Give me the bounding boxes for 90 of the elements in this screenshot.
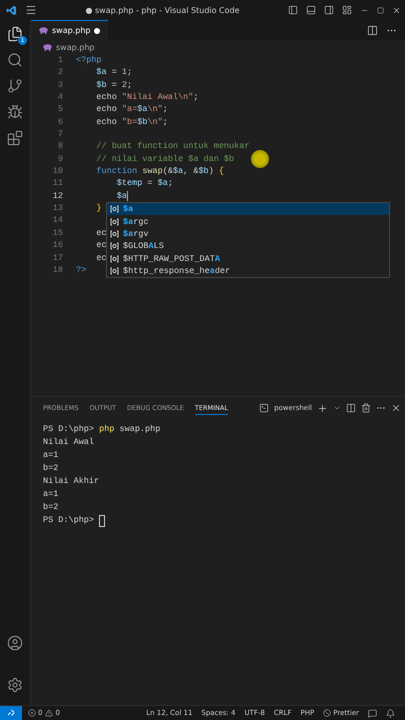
variable-icon — [110, 230, 119, 238]
line-number: 9 — [56, 152, 63, 166]
panel-left-icon[interactable] — [288, 5, 298, 15]
line-number: 4 — [56, 91, 63, 104]
code-line: $temp = $a; — [116, 177, 173, 190]
editor-tab[interactable]: swap.php — [31, 20, 108, 40]
line-number: 6 — [56, 116, 63, 128]
terminal-line: Nilai Akhir — [43, 475, 100, 488]
error-icon — [28, 709, 36, 717]
code-line: } — [95, 202, 102, 214]
terminal-line: b=2 — [43, 462, 58, 475]
code-line: echo "Nilai Awal\n"; — [95, 91, 198, 104]
code-line: echo "a=$a\n"; — [95, 103, 168, 116]
elephant-icon — [43, 44, 52, 50]
menu-icon[interactable] — [25, 4, 37, 16]
remote-icon — [7, 709, 15, 717]
code-line: ec — [95, 252, 107, 264]
plus-icon[interactable] — [317, 402, 328, 414]
remote-button[interactable] — [0, 706, 22, 720]
app-logo-icon — [6, 4, 17, 16]
code-line: // buat function untuk menukar — [95, 140, 250, 153]
code-line: ec — [95, 226, 107, 240]
close-icon[interactable] — [392, 6, 401, 14]
terminal-line: PS D:\php> php swap.php — [43, 423, 160, 436]
line-number: 5 — [56, 103, 63, 116]
split-editor-icon[interactable] — [367, 24, 378, 36]
bug-icon[interactable] — [7, 104, 23, 120]
panel-right-icon[interactable] — [324, 5, 334, 15]
files-icon[interactable] — [7, 26, 23, 42]
code-line: // nilai variable $a dan $b — [95, 152, 234, 166]
text-cursor — [127, 190, 128, 201]
line-number: 15 — [52, 226, 63, 240]
close-icon[interactable] — [391, 403, 401, 413]
variable-icon — [110, 266, 119, 275]
restore-icon[interactable] — [377, 6, 384, 14]
line-number: 7 — [56, 128, 63, 140]
elephant-icon — [39, 27, 48, 34]
code-line: ec — [95, 239, 107, 252]
warning-icon — [45, 709, 54, 717]
terminal-line: b=2 — [43, 501, 58, 514]
line-number: 18 — [52, 264, 63, 276]
suggestion-item[interactable]: $a — [107, 203, 389, 216]
suggestion-item[interactable]: $argv — [107, 228, 389, 240]
branch-icon[interactable] — [7, 78, 23, 94]
terminal-line: a=1 — [43, 449, 58, 462]
suggestion-item[interactable]: $http_response_header — [107, 264, 389, 278]
panel-bottom-icon[interactable] — [306, 5, 316, 15]
line-number: 12 — [52, 190, 63, 202]
chevron-down-icon[interactable] — [333, 404, 341, 412]
variable-icon — [110, 218, 119, 226]
code-line: $b = 2; — [95, 78, 132, 92]
suggestion-item[interactable]: $GLOBALS — [107, 240, 389, 252]
line-number: 8 — [56, 140, 63, 153]
bell-icon[interactable] — [386, 708, 395, 718]
account-icon[interactable] — [7, 635, 23, 651]
variable-icon — [110, 205, 119, 214]
terminal-line: Nilai Awal — [43, 436, 94, 449]
terminal-line: a=1 — [43, 488, 58, 501]
variable-icon — [110, 242, 119, 250]
breadcrumb[interactable]: swap.php — [56, 42, 94, 52]
window-title: ● swap.php - php - Visual Studio Code — [84, 6, 241, 14]
line-number: 16 — [52, 239, 63, 252]
code-line: $a = 1; — [95, 66, 132, 79]
code-line: ?> — [75, 264, 86, 276]
code-line: function swap(&$a, &$b) { — [95, 165, 224, 178]
layout-icon[interactable] — [342, 5, 352, 15]
terminal-line: PS D:\php> — [43, 514, 96, 527]
line-number: 2 — [56, 66, 63, 79]
suggestion-item[interactable]: $HTTP_RAW_POST_DATA — [107, 252, 389, 265]
feedback-icon[interactable] — [368, 708, 377, 718]
ban-icon — [323, 709, 332, 717]
line-number: 17 — [52, 252, 63, 264]
line-number: 14 — [52, 214, 63, 227]
line-number: 10 — [52, 165, 63, 178]
trash-icon[interactable] — [361, 403, 371, 413]
code-line: <?php — [75, 54, 102, 66]
code-line: echo "b=$b\n"; — [95, 116, 168, 128]
settings-icon[interactable] — [7, 677, 23, 693]
split-icon[interactable] — [346, 403, 356, 413]
line-number: 13 — [52, 202, 63, 214]
line-number: 11 — [52, 177, 63, 190]
line-number: 1 — [56, 54, 63, 66]
terminal-icon[interactable] — [259, 403, 270, 413]
variable-icon — [110, 254, 119, 263]
suggestion-item[interactable]: $argc — [107, 215, 389, 228]
pointer-highlight — [251, 150, 269, 168]
line-number: 3 — [56, 78, 63, 92]
blocks-icon[interactable] — [7, 130, 23, 146]
search-icon[interactable] — [7, 52, 23, 68]
code-line: $a — [116, 190, 128, 202]
